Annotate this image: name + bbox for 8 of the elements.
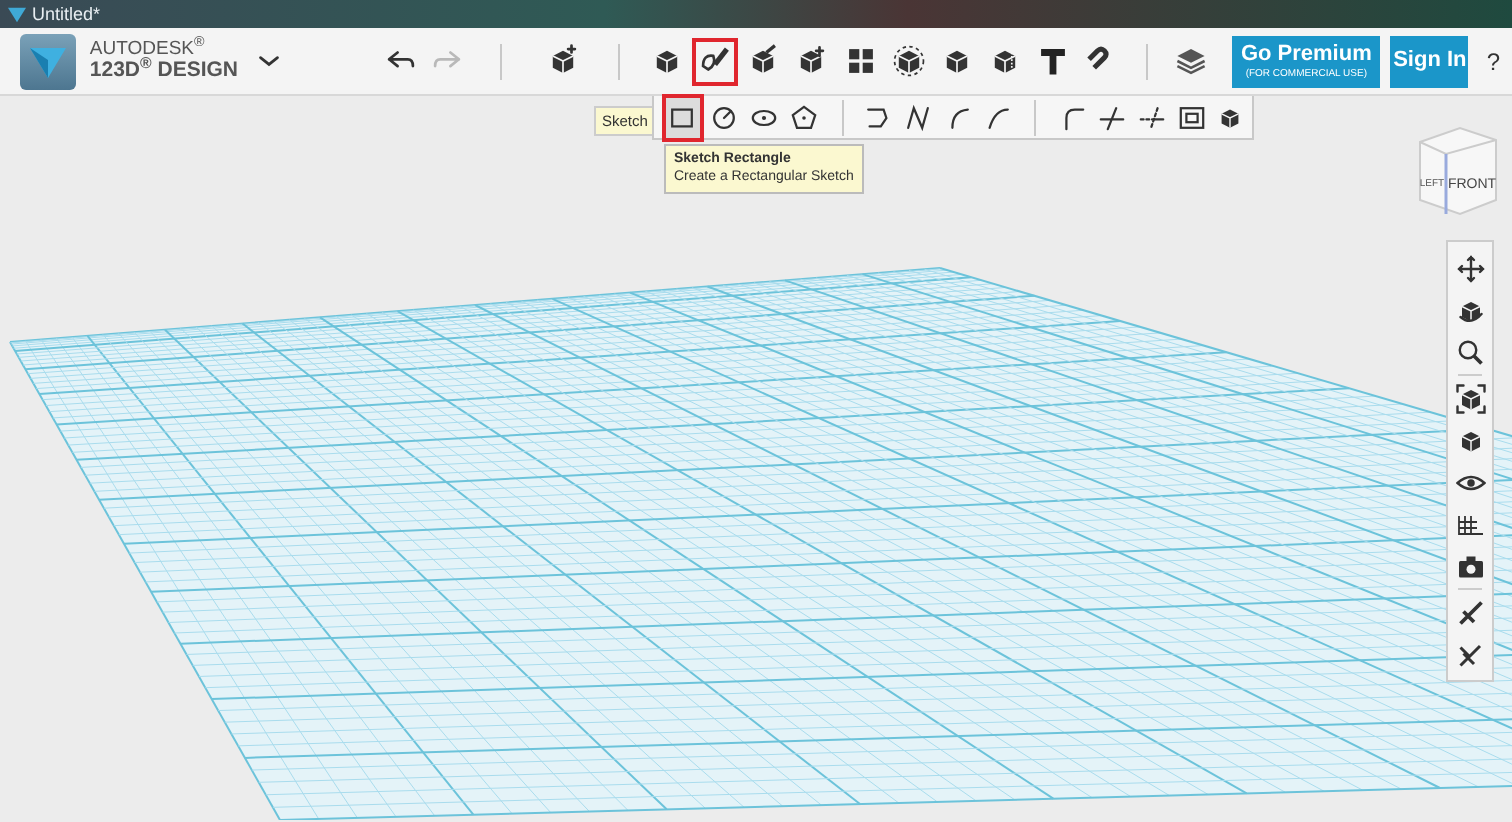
logo-icon	[20, 33, 76, 89]
rectangle-icon[interactable]	[662, 93, 704, 141]
product-name: 123D$^{®}$ DESIGN	[89, 59, 238, 82]
app-icon	[8, 5, 26, 23]
window-title: Untitled*	[32, 5, 101, 23]
brand-name: AUTODESK$^{®}$	[89, 40, 207, 60]
framed-cube-icon[interactable]	[1450, 378, 1490, 418]
pencil-shape-icon[interactable]	[692, 37, 739, 85]
